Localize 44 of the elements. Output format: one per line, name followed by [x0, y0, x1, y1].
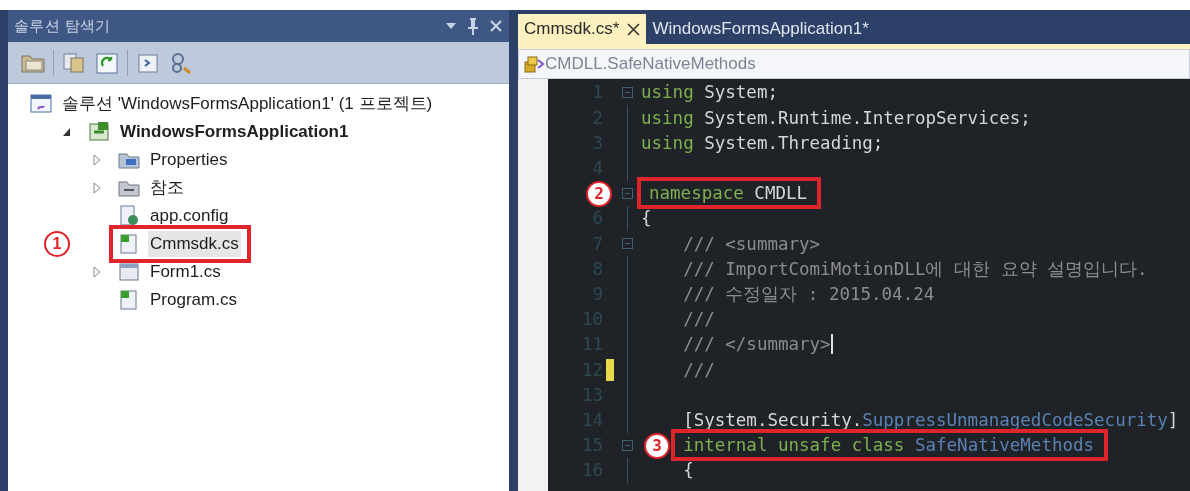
code-line: namespace CMDLL — [649, 182, 808, 206]
dropdown-icon[interactable] — [445, 22, 457, 30]
code-line: /// 수정일자 : 2015.04.24 — [682, 282, 935, 306]
editor-tab[interactable]: WindowsFormsApplication1* — [646, 14, 875, 44]
solution-icon — [30, 93, 52, 115]
code-file-icon — [118, 289, 140, 311]
panel-title: 솔루션 탐색기 — [14, 15, 111, 36]
code-line: /// ImportComiMotionDLL에 대한 요약 설명입니다. — [682, 257, 1148, 281]
fold-toggle-icon[interactable] — [621, 87, 633, 99]
code-file-icon — [118, 233, 140, 255]
code-line: /// </summary> — [682, 333, 831, 357]
pin-icon[interactable] — [467, 17, 479, 35]
step-badge: 3 — [644, 432, 671, 459]
config-file-icon — [118, 205, 140, 227]
code-line: [System.Security.SuppressUnmanagedCodeSecurity] — [682, 408, 1179, 432]
step-badge: 2 — [586, 180, 612, 207]
editor-tab[interactable]: Cmmsdk.cs* — [518, 14, 647, 44]
tree-item[interactable]: Program.cs — [148, 287, 239, 313]
tree-item[interactable]: 솔루션 'WindowsFormsApplication1' (1 프로젝트) — [60, 91, 435, 117]
fold-toggle-icon[interactable] — [621, 238, 633, 250]
code-line: internal unsafe class SafeNativeMethods — [683, 434, 1095, 458]
code-line: /// — [682, 308, 715, 332]
code-line: using System.Threading; — [641, 131, 884, 155]
tree-item[interactable]: app.config — [148, 203, 231, 229]
refresh-icon[interactable] — [94, 50, 120, 75]
documents-icon[interactable] — [61, 50, 87, 75]
code-line: /// <summary> — [682, 232, 821, 256]
close-icon[interactable] — [627, 22, 641, 36]
project-icon — [88, 121, 110, 143]
tree-item[interactable]: WindowsFormsApplication1 — [118, 119, 351, 145]
code-line: using System.Runtime.InteropServices; — [641, 106, 1031, 130]
tree-item[interactable]: Cmmsdk.cs — [148, 231, 241, 257]
code-line: /// — [682, 358, 715, 382]
code-line: using System; — [641, 81, 778, 105]
form-file-icon — [118, 261, 140, 283]
code-line: { — [641, 207, 652, 231]
step-badge: 1 — [44, 231, 70, 257]
fold-toggle-icon[interactable] — [621, 439, 633, 451]
fold-toggle-icon[interactable] — [621, 187, 633, 199]
code-line: { — [682, 459, 694, 483]
tree-item[interactable]: Form1.cs — [148, 259, 223, 285]
tree-item[interactable]: Properties — [148, 147, 230, 173]
tree-item[interactable]: 참조 — [148, 175, 186, 201]
class-icon — [523, 54, 545, 74]
